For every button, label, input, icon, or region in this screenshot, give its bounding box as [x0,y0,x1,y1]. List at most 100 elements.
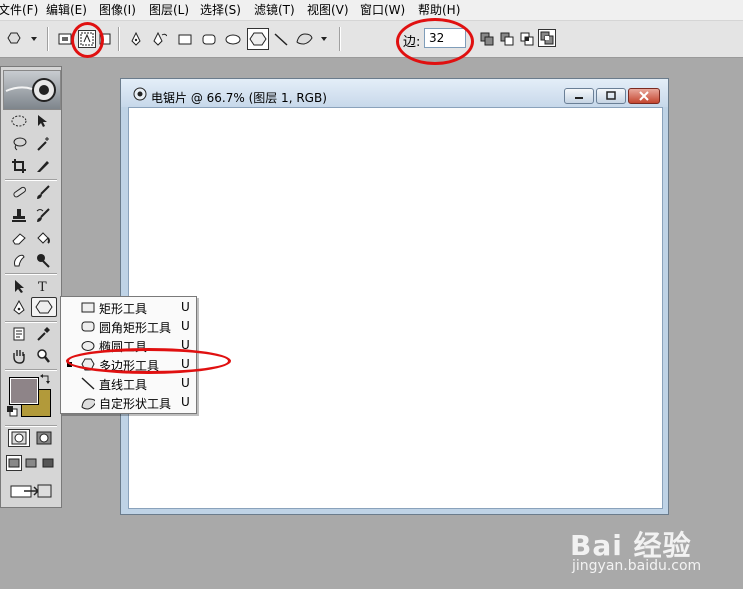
maximize-icon [606,91,616,100]
shortcut-key: U [181,376,190,390]
freeform-pen-option[interactable] [150,30,168,48]
line-icon [274,33,288,46]
shortcut-key: U [181,357,190,371]
flyout-label: 直线工具 [99,378,148,392]
hand-tool[interactable] [9,347,29,365]
clone-stamp-tool[interactable] [9,206,29,224]
polygon-option[interactable] [247,28,269,50]
marquee-tool[interactable] [9,112,29,130]
standard-screen-mode-button[interactable] [6,455,22,471]
quick-mask-button[interactable] [33,429,55,447]
zoom-tool[interactable] [33,347,53,365]
intersect-shape-area-button[interactable] [518,30,536,48]
standard-mode-button[interactable] [8,429,30,447]
history-brush-tool[interactable] [33,206,53,224]
close-button[interactable] [628,88,660,104]
lasso-tool[interactable] [9,135,29,153]
shape-layers-button[interactable] [56,30,74,48]
healing-brush-tool[interactable] [9,183,29,201]
custom-shape-option[interactable] [295,30,329,49]
foreground-color-swatch[interactable] [9,377,39,405]
minimize-button[interactable] [564,88,594,104]
document-icon [133,87,147,101]
flyout-item-rounded-rectangle[interactable]: 圆角矩形工具 U [61,317,196,336]
watermark-url: jingyan.baidu.com [572,558,702,574]
polygon-preset-icon [7,32,37,44]
menu-filter[interactable]: 滤镜(T) [254,3,295,17]
subtract-shape-area-button[interactable] [498,30,516,48]
pen-tool[interactable] [9,299,29,317]
brush-tool[interactable] [33,183,53,201]
flyout-label: 椭圆工具 [99,340,148,354]
line-option[interactable] [272,30,290,48]
flyout-item-rectangle[interactable]: 矩形工具 U [61,298,196,317]
note-icon [13,327,25,341]
magic-wand-tool[interactable] [33,135,53,153]
rounded-rectangle-option[interactable] [200,30,218,48]
rectangle-icon [81,301,95,314]
menu-view[interactable]: 视图(V) [307,3,349,17]
full-screen-mode-button[interactable] [40,455,56,471]
menu-select[interactable]: 选择(S) [200,3,241,17]
flyout-label: 自定形状工具 [99,397,172,411]
notes-tool[interactable] [9,325,29,343]
maximize-button[interactable] [596,88,626,104]
options-bar: 边: [0,21,743,58]
rectangle-icon [178,34,192,45]
exclude-overlap-button[interactable] [538,29,556,47]
shortcut-key: U [181,319,190,333]
menu-edit[interactable]: 编辑(E) [46,3,87,17]
photoshop-logo[interactable] [3,70,61,110]
document-title: 电锯片 @ 66.7% (图层 1, RGB) [151,91,327,105]
paint-bucket-tool[interactable] [33,229,53,247]
paths-button[interactable] [78,30,96,48]
path-selection-icon [15,280,24,293]
eyedropper-tool[interactable] [33,325,53,343]
eraser-tool[interactable] [9,229,29,247]
jump-to-imageready-button[interactable] [7,481,55,501]
default-colors-icon [7,406,18,417]
magic-wand-icon [37,137,49,151]
hand-icon [13,350,25,364]
ellipse-icon [225,34,241,45]
type-tool[interactable]: T [33,277,53,295]
crop-tool[interactable] [9,157,29,175]
flyout-item-polygon[interactable]: 多边形工具 U [61,355,196,374]
tool-preset-picker[interactable] [6,30,38,49]
move-tool[interactable] [33,112,53,130]
menu-image[interactable]: 图像(I) [99,3,136,17]
slice-tool[interactable] [33,157,53,175]
polygon-icon [81,358,95,371]
path-selection-tool[interactable] [9,277,29,295]
document-title-bar[interactable]: 电锯片 @ 66.7% (图层 1, RGB) [121,79,668,107]
flyout-item-ellipse[interactable]: 椭圆工具 U [61,336,196,355]
shortcut-key: U [181,395,190,409]
menu-help[interactable]: 帮助(H) [418,3,460,17]
document-canvas[interactable] [128,107,663,509]
selected-bullet-icon [67,362,72,367]
flyout-item-custom-shape[interactable]: 自定形状工具 U [61,393,196,412]
polygon-icon [249,32,267,46]
ellipse-option[interactable] [224,30,242,48]
add-to-shape-area-button[interactable] [478,30,496,48]
flyout-item-line[interactable]: 直线工具 U [61,374,196,393]
pen-tool-option[interactable] [127,30,145,48]
screen-mode-icon [8,458,20,468]
screen-mode-menu-icon [25,458,37,468]
pen-icon [131,31,141,46]
blur-tool[interactable] [9,251,29,269]
shape-tool-polygon[interactable] [31,297,57,317]
fill-pixels-button[interactable] [96,30,114,48]
sides-input[interactable] [424,28,466,48]
dodge-tool[interactable] [33,251,53,269]
move-icon [38,115,47,127]
shape-tool-flyout-menu: 矩形工具 U 圆角矩形工具 U 椭圆工具 U 多边形工具 U 直线工具 U 自定… [60,296,197,414]
menu-window[interactable]: 窗口(W) [360,3,405,17]
shortcut-key: U [181,338,190,352]
menu-layer[interactable]: 图层(L) [149,3,189,17]
full-screen-menu-mode-button[interactable] [23,455,39,471]
default-colors-button[interactable] [6,405,18,417]
menu-file[interactable]: 文件(F) [0,3,38,17]
rectangle-option[interactable] [176,30,194,48]
swap-colors-button[interactable] [39,373,51,385]
